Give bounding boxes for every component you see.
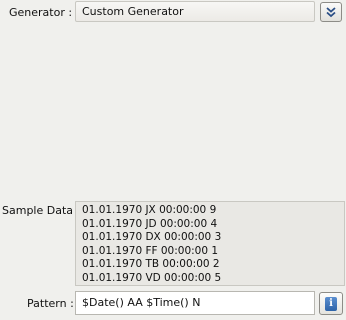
sample-data-line: 01.01.1970 DX 00:00:00 3	[82, 231, 222, 243]
sample-data-line: 01.01.1970 FF 00:00:00 1	[82, 244, 219, 257]
generator-select[interactable]: Custom Generator	[75, 1, 315, 22]
sample-data-line: 01.01.1970 JD 00:00:00 4	[82, 217, 218, 230]
pattern-value: $Date() AA $Time() N	[82, 296, 201, 309]
sample-data-list: 01.01.1970 JX 00:00:00 9 01.01.1970 JD 0…	[75, 201, 345, 286]
sample-data-line: 01.01.1970 VD 00:00:00 5	[82, 271, 222, 284]
generator-label: Generator :	[9, 6, 73, 19]
info-icon: i	[325, 296, 337, 311]
sample-data-line: 01.01.1970 JX 00:00:00 9	[82, 204, 217, 216]
sample-data-line: 01.01.1970 TB 00:00:00 2	[82, 258, 220, 270]
pattern-label: Pattern :	[27, 297, 74, 310]
pattern-info-button[interactable]: i	[319, 292, 343, 315]
generator-value: Custom Generator	[82, 5, 184, 18]
double-chevron-down-icon	[326, 7, 336, 18]
pattern-input[interactable]: $Date() AA $Time() N	[75, 291, 315, 315]
sample-data-label: Sample Data :	[2, 204, 81, 217]
generator-dropdown-button[interactable]	[320, 2, 342, 22]
